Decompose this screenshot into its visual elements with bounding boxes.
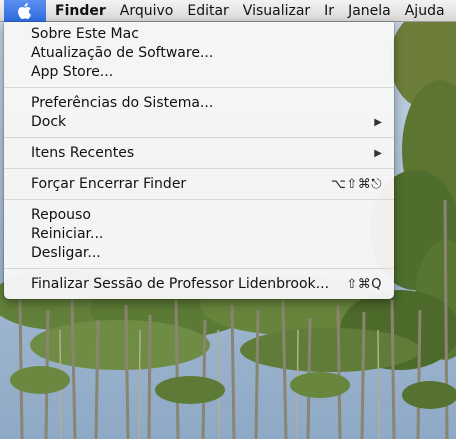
menu-item-repouso[interactable]: Repouso: [4, 206, 394, 225]
apple-icon: [18, 2, 31, 19]
menu-finder[interactable]: Finder: [46, 0, 113, 22]
menu-item-label: Repouso: [31, 207, 91, 223]
keyboard-shortcut: ⌥⇧⌘⎋: [330, 177, 382, 192]
keyboard-shortcut: ⇧⌘Q: [346, 277, 382, 292]
menu-item-app-store[interactable]: App Store...: [4, 63, 394, 82]
menu-item-forcar-encerrar[interactable]: Forçar Encerrar Finder ⌥⇧⌘⎋: [4, 175, 394, 194]
menu-item-reiniciar[interactable]: Reiniciar...: [4, 225, 394, 244]
menu-editar[interactable]: Editar: [180, 0, 235, 22]
menu-separator: [4, 268, 394, 269]
menu-item-desligar[interactable]: Desligar...: [4, 244, 394, 263]
menu-separator: [4, 137, 394, 138]
menu-item-label: Forçar Encerrar Finder: [31, 176, 187, 192]
menu-item-label: Sobre Este Mac: [31, 26, 139, 42]
menu-item-label: Preferências do Sistema...: [31, 95, 214, 111]
menu-bar: Finder Arquivo Editar Visualizar Ir Jane…: [0, 0, 456, 22]
menu-item-dock[interactable]: Dock ▶: [4, 113, 394, 132]
menu-item-label: Atualização de Software...: [31, 45, 214, 61]
menu-separator: [4, 168, 394, 169]
menu-separator: [4, 199, 394, 200]
menu-item-label: Itens Recentes: [31, 145, 135, 161]
menu-item-atualizacao-software[interactable]: Atualização de Software...: [4, 44, 394, 63]
submenu-arrow-icon: ▶: [374, 117, 382, 128]
menu-item-sobre-este-mac[interactable]: Sobre Este Mac: [4, 25, 394, 44]
menu-ajuda[interactable]: Ajuda: [398, 0, 452, 22]
menu-item-label: Desligar...: [31, 245, 101, 261]
menu-item-label: App Store...: [31, 64, 114, 80]
menu-item-label: Finalizar Sessão de Professor Lidenbrook…: [31, 276, 330, 292]
menu-item-label: Dock: [31, 114, 67, 130]
menu-item-finalizar-sessao[interactable]: Finalizar Sessão de Professor Lidenbrook…: [4, 275, 394, 294]
apple-dropdown-menu: Sobre Este Mac Atualização de Software..…: [4, 22, 394, 299]
menu-item-itens-recentes[interactable]: Itens Recentes ▶: [4, 144, 394, 163]
menu-arquivo[interactable]: Arquivo: [113, 0, 181, 22]
submenu-arrow-icon: ▶: [374, 148, 382, 159]
apple-menu-button[interactable]: [4, 0, 46, 22]
menu-item-label: Reiniciar...: [31, 226, 104, 242]
menu-ir[interactable]: Ir: [317, 0, 341, 22]
menu-item-preferencias-sistema[interactable]: Preferências do Sistema...: [4, 94, 394, 113]
menu-separator: [4, 87, 394, 88]
desktop: Finder Arquivo Editar Visualizar Ir Jane…: [0, 0, 456, 439]
menu-visualizar[interactable]: Visualizar: [236, 0, 317, 22]
menu-janela[interactable]: Janela: [341, 0, 398, 22]
